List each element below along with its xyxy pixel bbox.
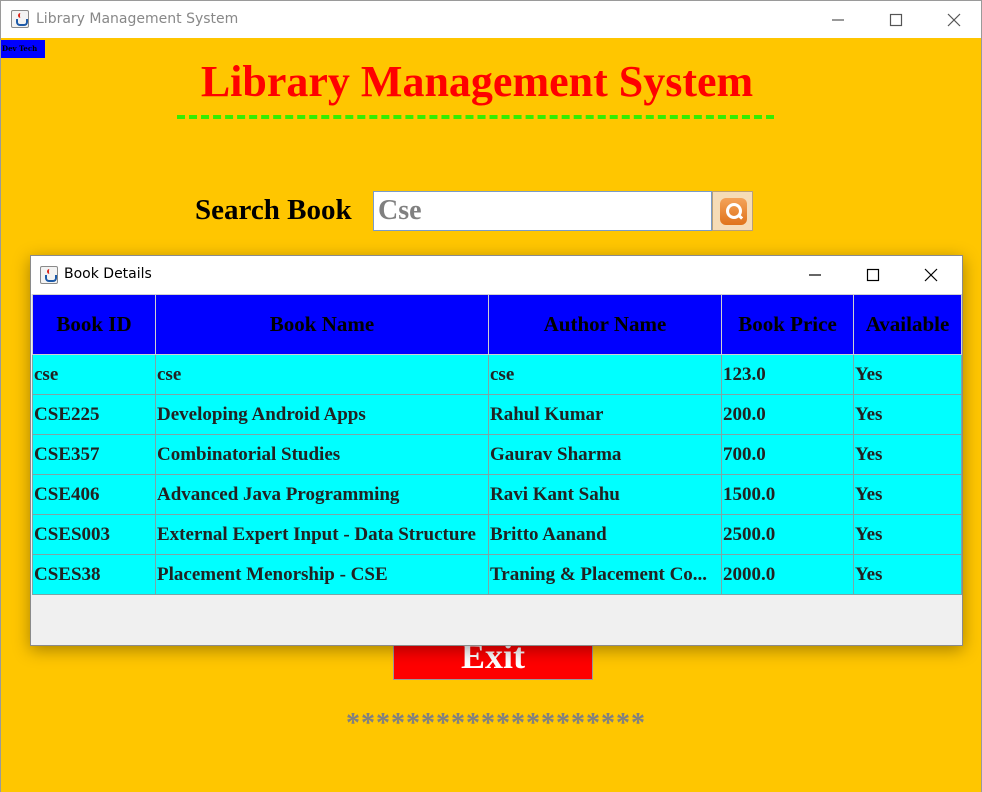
column-header[interactable]: Book ID: [32, 294, 156, 355]
close-icon: [947, 13, 961, 27]
window-title: Library Management System: [36, 11, 239, 27]
table-header-row: Book ID Book Name Author Name Book Price…: [32, 294, 962, 355]
close-icon: [924, 268, 938, 282]
table-cell[interactable]: Placement Menorship - CSE: [155, 554, 489, 595]
table-cell[interactable]: Yes: [853, 474, 962, 515]
dialog-title: Book Details: [64, 266, 152, 282]
book-details-dialog: Book Details Book ID Book Name Author Na…: [30, 255, 963, 646]
table-cell[interactable]: Yes: [853, 434, 962, 475]
search-label: Search Book: [195, 194, 352, 226]
minimize-icon: [809, 274, 821, 276]
column-header[interactable]: Book Price: [721, 294, 854, 355]
main-titlebar[interactable]: Library Management System: [1, 1, 981, 38]
table-cell[interactable]: CSE225: [32, 394, 156, 435]
app-title: Library Management System: [200, 57, 754, 106]
table-cell[interactable]: 2000.0: [721, 554, 854, 595]
java-cup-icon: [11, 10, 29, 28]
minimize-button[interactable]: [809, 1, 867, 38]
maximize-icon: [889, 13, 903, 27]
table-cell[interactable]: CSE406: [32, 474, 156, 515]
dialog-titlebar[interactable]: Book Details: [31, 256, 962, 294]
title-underline: [177, 115, 774, 119]
search-input[interactable]: Cse: [373, 191, 712, 231]
table-cell[interactable]: 123.0: [721, 354, 854, 395]
minimize-icon: [832, 19, 844, 21]
table-cell[interactable]: CSES003: [32, 514, 156, 555]
table-cell[interactable]: CSES38: [32, 554, 156, 595]
table-cell[interactable]: 1500.0: [721, 474, 854, 515]
table-cell[interactable]: Combinatorial Studies: [155, 434, 489, 475]
table-cell[interactable]: Gaurav Sharma: [488, 434, 722, 475]
table-row[interactable]: CSES38 Placement Menorship - CSE Traning…: [32, 554, 962, 595]
table-row[interactable]: CSE225 Developing Android Apps Rahul Kum…: [32, 394, 962, 435]
table-row[interactable]: CSE357 Combinatorial Studies Gaurav Shar…: [32, 434, 962, 475]
column-header[interactable]: Author Name: [488, 294, 722, 355]
column-header[interactable]: Book Name: [155, 294, 489, 355]
table-row[interactable]: CSES003 External Expert Input - Data Str…: [32, 514, 962, 555]
table-cell[interactable]: Britto Aanand: [488, 514, 722, 555]
table-cell[interactable]: Yes: [853, 394, 962, 435]
book-details-table: Book ID Book Name Author Name Book Price…: [32, 294, 962, 595]
dialog-close-button[interactable]: [902, 256, 960, 294]
table-cell[interactable]: Ravi Kant Sahu: [488, 474, 722, 515]
table-cell[interactable]: CSE357: [32, 434, 156, 475]
table-cell[interactable]: External Expert Input - Data Structure: [155, 514, 489, 555]
table-cell[interactable]: Yes: [853, 354, 962, 395]
stars-decoration: ********************: [346, 708, 646, 739]
table-cell[interactable]: 200.0: [721, 394, 854, 435]
table-cell[interactable]: Rahul Kumar: [488, 394, 722, 435]
dialog-minimize-button[interactable]: [786, 256, 844, 294]
table-cell[interactable]: Yes: [853, 514, 962, 555]
maximize-icon: [866, 268, 880, 282]
table-cell[interactable]: cse: [155, 354, 489, 395]
table-cell[interactable]: cse: [32, 354, 156, 395]
java-cup-icon: [40, 266, 58, 284]
table-cell[interactable]: 2500.0: [721, 514, 854, 555]
table-cell[interactable]: Yes: [853, 554, 962, 595]
table-cell[interactable]: Traning & Placement Co...: [488, 554, 722, 595]
dialog-maximize-button[interactable]: [844, 256, 902, 294]
close-button[interactable]: [925, 1, 982, 38]
magnifier-icon: [720, 198, 747, 225]
table-cell[interactable]: 700.0: [721, 434, 854, 475]
table-row[interactable]: cse cse cse 123.0 Yes: [32, 354, 962, 395]
search-button[interactable]: [712, 191, 753, 231]
table-row[interactable]: CSE406 Advanced Java Programming Ravi Ka…: [32, 474, 962, 515]
table-cell[interactable]: Developing Android Apps: [155, 394, 489, 435]
table-cell[interactable]: Advanced Java Programming: [155, 474, 489, 515]
column-header[interactable]: Available: [853, 294, 962, 355]
table-cell[interactable]: cse: [488, 354, 722, 395]
maximize-button[interactable]: [867, 1, 925, 38]
